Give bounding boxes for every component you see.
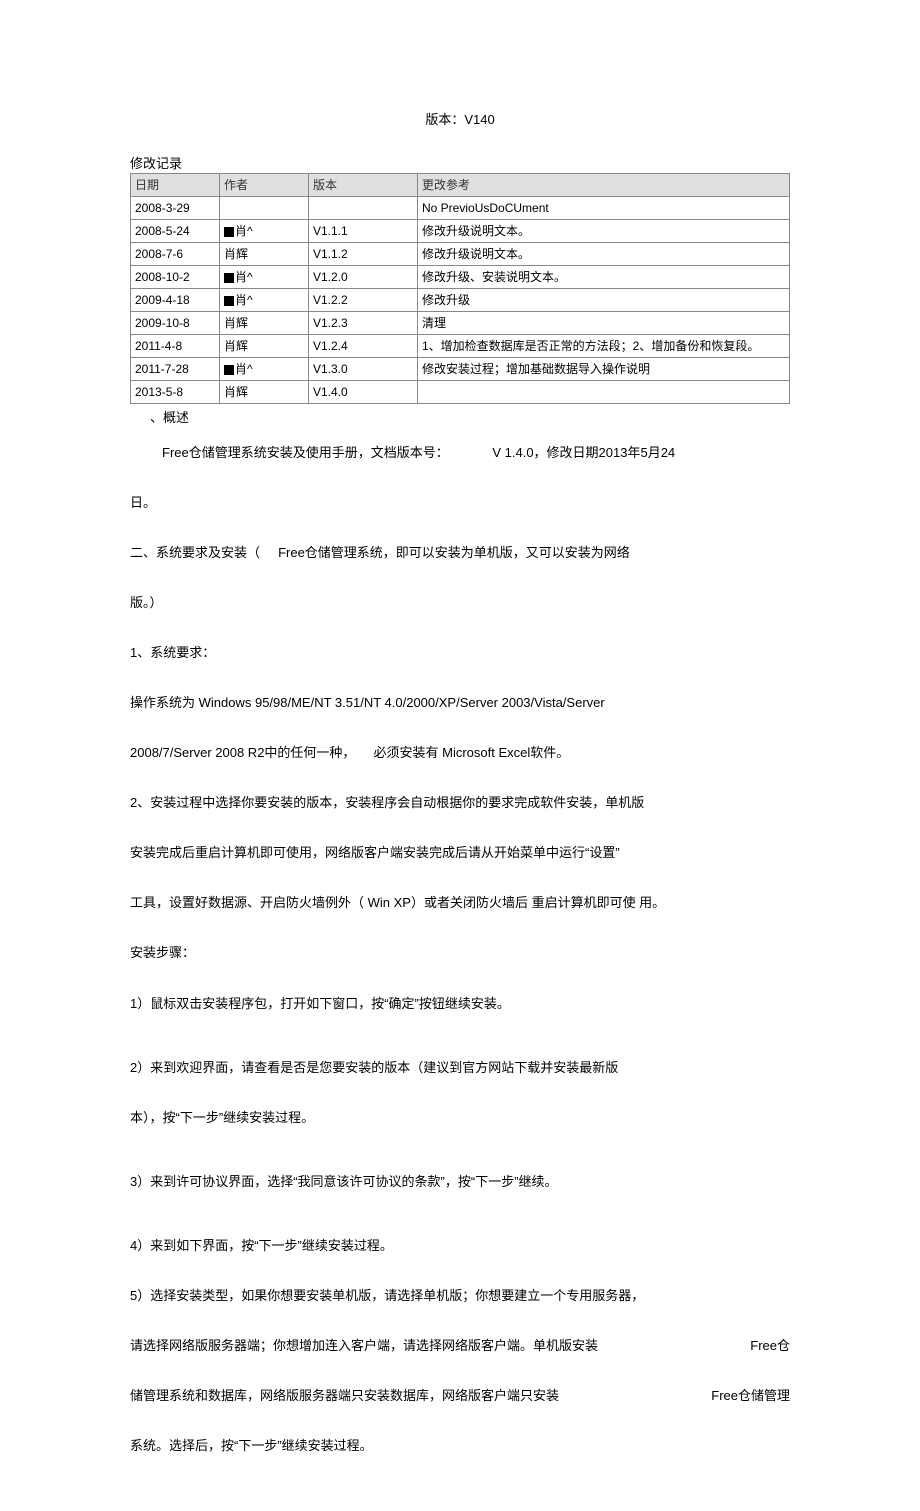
paragraph: 版。） xyxy=(130,578,790,628)
cell-ref: 修改升级说明文本。 xyxy=(418,243,790,266)
cell-date: 2009-4-18 xyxy=(131,289,220,312)
text: 2008/7/Server 2008 R2中的任何一种， xyxy=(130,745,355,760)
paragraph: 1、系统要求： xyxy=(130,628,790,678)
table-row: 2008-10-2肖^V1.2.0修改升级、安装说明文本。 xyxy=(131,266,790,289)
table-row: 2009-10-8肖辉V1.2.3清理 xyxy=(131,312,790,335)
cell-version: V1.1.1 xyxy=(309,220,418,243)
black-square-icon xyxy=(224,296,234,306)
cell-date: 2008-5-24 xyxy=(131,220,220,243)
table-row: 2008-3-29 No PrevioUsDoCUment xyxy=(131,197,790,220)
text: Free仓储管理系统安装及使用手册，文档版本号： xyxy=(162,445,449,460)
paragraph: 请选择网络版服务器端；你想增加连入客户端，请选择网络版客户端。单机版安装 Fre… xyxy=(130,1321,790,1371)
table-row: 2008-7-6肖辉V1.1.2修改升级说明文本。 xyxy=(131,243,790,266)
cell-ref: 修改升级说明文本。 xyxy=(418,220,790,243)
paragraph: 4）来到如下界面，按“下一步”继续安装过程。 xyxy=(130,1207,790,1271)
text: 请选择网络版服务器端；你想增加连入客户端，请选择网络版客户端。单机版安装 xyxy=(130,1335,598,1357)
cell-date: 2009-10-8 xyxy=(131,312,220,335)
cell-author xyxy=(220,197,309,220)
cell-date: 2011-4-8 xyxy=(131,335,220,358)
cell-author: 肖^ xyxy=(220,220,309,243)
paragraph: 安装完成后重启计算机即可使用，网络版客户端安装完成后请从开始菜单中运行“设置” xyxy=(130,828,790,878)
paragraph: 5）选择安装类型，如果你想要安装单机版，请选择单机版；你想要建立一个专用服务器， xyxy=(130,1271,790,1321)
table-row: 2013-5-8肖辉V1.4.0 xyxy=(131,381,790,404)
paragraph: 操作系统为 Windows 95/98/ME/NT 3.51/NT 4.0/20… xyxy=(130,678,790,728)
paragraph: 1）鼠标双击安装程序包，打开如下窗口，按“确定”按钮继续安装。 xyxy=(130,979,790,1029)
table-row: 2011-7-28肖^V1.3.0修改安装过程；增加基础数据导入操作说明 xyxy=(131,358,790,381)
paragraph: 2）来到欢迎界面，请查看是否是您要安装的版本（建议到官方网站下载并安装最新版 xyxy=(130,1029,790,1093)
cell-ref: 清理 xyxy=(418,312,790,335)
cell-ref: 修改升级 xyxy=(418,289,790,312)
cell-date: 2008-7-6 xyxy=(131,243,220,266)
section-overview-heading: 、概述 xyxy=(150,408,790,428)
col-header-author: 作者 xyxy=(220,174,309,197)
text: Free仓储管理 xyxy=(711,1385,790,1407)
doc-version-title: 版本：V140 xyxy=(130,110,790,130)
cell-version: V1.1.2 xyxy=(309,243,418,266)
paragraph: 安装步骤： xyxy=(130,928,790,978)
table-row: 2008-5-24肖^V1.1.1修改升级说明文本。 xyxy=(131,220,790,243)
table-row: 2011-4-8肖辉V1.2.41、增加检查数据库是否正常的方法段；2、增加备份… xyxy=(131,335,790,358)
cell-ref: 1、增加检查数据库是否正常的方法段；2、增加备份和恢复段。 xyxy=(418,335,790,358)
table-row: 2009-4-18肖^V1.2.2修改升级 xyxy=(131,289,790,312)
cell-author: 肖^ xyxy=(220,289,309,312)
paragraph: 系统。选择后，按“下一步”继续安装过程。 xyxy=(130,1421,790,1471)
col-header-ref: 更改参考 xyxy=(418,174,790,197)
cell-author: 肖辉 xyxy=(220,312,309,335)
text: V 1.4.0，修改日期2013年5月24 xyxy=(492,445,675,460)
col-header-date: 日期 xyxy=(131,174,220,197)
text: Free仓 xyxy=(750,1335,790,1357)
table-header-row: 日期 作者 版本 更改参考 xyxy=(131,174,790,197)
cell-author: 肖辉 xyxy=(220,335,309,358)
paragraph: 2008/7/Server 2008 R2中的任何一种， 必须安装有 Micro… xyxy=(130,728,790,778)
cell-date: 2011-7-28 xyxy=(131,358,220,381)
cell-version: V1.2.4 xyxy=(309,335,418,358)
text: 储管理系统和数据库，网络版服务器端只安装数据库，网络版客户端只安装 xyxy=(130,1385,559,1407)
cell-version: V1.4.0 xyxy=(309,381,418,404)
text: Free仓储管理系统，即可以安装为单机版，又可以安装为网络 xyxy=(278,545,630,560)
paragraph: 本），按“下一步”继续安装过程。 xyxy=(130,1093,790,1143)
paragraph: 工具，设置好数据源、开启防火墙例外（ Win XP）或者关闭防火墙后 重启计算机… xyxy=(130,878,790,928)
cell-version: V1.2.3 xyxy=(309,312,418,335)
paragraph: Free仓储管理系统安装及使用手册，文档版本号： V 1.4.0，修改日期201… xyxy=(130,428,790,478)
black-square-icon xyxy=(224,227,234,237)
black-square-icon xyxy=(224,273,234,283)
col-header-version: 版本 xyxy=(309,174,418,197)
text: 必须安装有 Microsoft Excel软件。 xyxy=(374,745,570,760)
paragraph: 日。 xyxy=(130,478,790,528)
revision-table: 日期 作者 版本 更改参考 2008-3-29 No PrevioUsDoCUme… xyxy=(130,173,790,404)
paragraph: 二、系统要求及安装（ Free仓储管理系统，即可以安装为单机版，又可以安装为网络 xyxy=(130,528,790,578)
paragraph: 储管理系统和数据库，网络版服务器端只安装数据库，网络版客户端只安装 Free仓储… xyxy=(130,1371,790,1421)
cell-author: 肖^ xyxy=(220,266,309,289)
cell-ref: No PrevioUsDoCUment xyxy=(418,197,790,220)
revision-history-label: 修改记录 xyxy=(130,154,790,174)
cell-version: V1.2.0 xyxy=(309,266,418,289)
cell-author: 肖辉 xyxy=(220,381,309,404)
cell-date: 2008-10-2 xyxy=(131,266,220,289)
cell-date: 2008-3-29 xyxy=(131,197,220,220)
paragraph: 2、安装过程中选择你要安装的版本，安装程序会自动根据你的要求完成软件安装，单机版 xyxy=(130,778,790,828)
cell-version: V1.3.0 xyxy=(309,358,418,381)
cell-version: V1.2.2 xyxy=(309,289,418,312)
cell-ref: 修改安装过程；增加基础数据导入操作说明 xyxy=(418,358,790,381)
cell-version xyxy=(309,197,418,220)
cell-ref xyxy=(418,381,790,404)
text: 二、系统要求及安装（ xyxy=(130,545,260,560)
paragraph: 3）来到许可协议界面，选择“我同意该许可协议的条款”，按“下一步”继续。 xyxy=(130,1143,790,1207)
cell-ref: 修改升级、安装说明文本。 xyxy=(418,266,790,289)
cell-date: 2013-5-8 xyxy=(131,381,220,404)
black-square-icon xyxy=(224,365,234,375)
cell-author: 肖辉 xyxy=(220,243,309,266)
cell-author: 肖^ xyxy=(220,358,309,381)
